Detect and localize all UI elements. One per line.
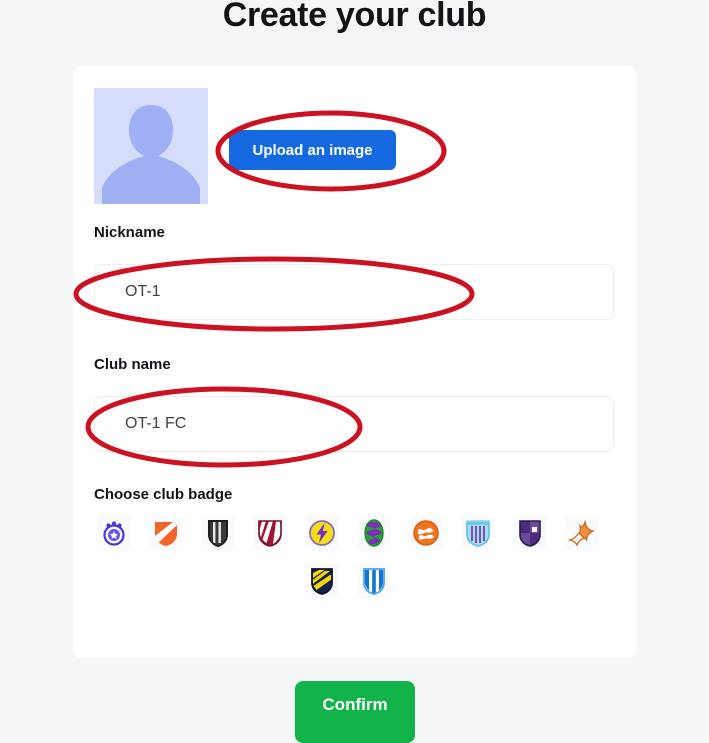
upload-image-button[interactable]: Upload an image	[229, 130, 396, 170]
badge-black-striped-shield[interactable]	[201, 516, 235, 550]
badge-navy-yellow-diagonal-shield[interactable]	[305, 564, 339, 598]
upload-row: Upload an image	[94, 88, 514, 208]
club-name-input[interactable]	[94, 396, 614, 452]
choose-club-badge-label: Choose club badge	[94, 486, 233, 503]
avatar-placeholder	[94, 88, 208, 204]
badge-row-2	[305, 564, 617, 598]
badge-lightblue-striped-shield[interactable]	[461, 516, 495, 550]
page-title: Create your club	[222, 0, 487, 34]
badge-orange-star-outline[interactable]	[565, 516, 599, 550]
badge-purple-quartered-shield[interactable]	[513, 516, 547, 550]
badge-yellow-lightning-circle[interactable]	[305, 516, 339, 550]
badge-maroon-striped-shield[interactable]	[253, 516, 287, 550]
badge-purple-star-crest[interactable]	[97, 516, 131, 550]
badge-grid	[97, 516, 617, 612]
badge-row-1	[97, 516, 617, 550]
nickname-input[interactable]	[94, 264, 614, 320]
club-name-label: Club name	[94, 356, 171, 373]
nickname-label: Nickname	[94, 224, 165, 241]
badge-orange-diagonal-shield[interactable]	[149, 516, 183, 550]
badge-green-squiggle-oval[interactable]	[357, 516, 391, 550]
badge-orange-zigzag-circle[interactable]	[409, 516, 443, 550]
badge-blue-white-striped-shield[interactable]	[357, 564, 391, 598]
create-club-card: Upload an image Nickname Club name Choos…	[73, 66, 637, 658]
